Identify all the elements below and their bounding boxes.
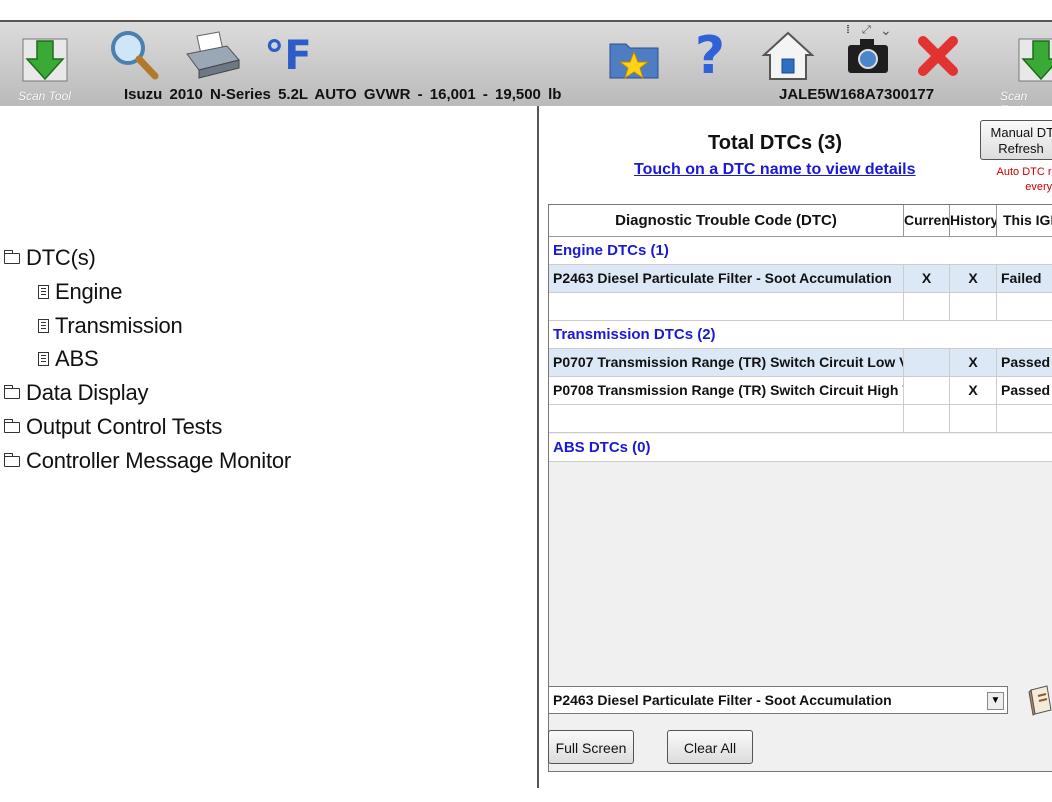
column-header-this-ign[interactable]: This IGN (997, 205, 1052, 236)
group-header-engine: Engine DTCs (1) (549, 237, 1052, 265)
table-row[interactable]: P0707 Transmission Range (TR) Switch Cir… (549, 349, 1052, 377)
auto-refresh-note-line1: Auto DTC refres (996, 166, 1052, 178)
scan-tool-label-left: Scan Tool (18, 89, 71, 103)
column-header-current[interactable]: Curren (904, 205, 950, 236)
column-header-dtc[interactable]: Diagnostic Trouble Code (DTC) (549, 205, 904, 236)
empty-cell (904, 293, 950, 320)
star-folder-icon (609, 43, 659, 80)
tree-item-label: Output Control Tests (26, 414, 223, 439)
chevron-down-icon: ⌄ (880, 22, 892, 38)
favorites-button[interactable] (604, 32, 664, 86)
document-icon (38, 319, 49, 333)
scan-tool-button-left[interactable] (14, 30, 78, 90)
group-header-abs: ABS DTCs (0) (549, 434, 1052, 462)
tree-item-abs[interactable]: ABS (38, 346, 99, 372)
tree-item-label: Transmission (55, 313, 183, 338)
selected-dtc: P2463 Diesel Particulate Filter - Soot A… (553, 692, 892, 708)
current-flag (904, 349, 950, 376)
printer-icon (186, 31, 240, 79)
clear-all-button[interactable]: Clear All (667, 730, 753, 764)
auto-refresh-note-line2: every 2 mi (1025, 181, 1052, 193)
dtc-name: P0707 Transmission Range (TR) Switch Cir… (549, 349, 904, 376)
fahrenheit-icon: °F (264, 33, 312, 79)
auto-refresh-note: Auto DTC refres every 2 mi (966, 165, 1052, 195)
tree-item-label: Engine (55, 279, 123, 304)
tree-item-output-control-tests[interactable]: Output Control Tests (3, 414, 223, 440)
help-button[interactable]: ? (682, 28, 738, 84)
this-ign-status: Failed (1001, 270, 1042, 286)
full-screen-button[interactable]: Full Screen (548, 730, 634, 764)
table-row-empty (549, 293, 1052, 321)
tree-item-controller-message-monitor[interactable]: Controller Message Monitor (3, 448, 292, 474)
magnifier-icon (111, 31, 159, 80)
empty-cell (549, 405, 904, 432)
tree-item-label: Data Display (26, 380, 149, 405)
table-row[interactable]: P0708 Transmission Range (TR) Switch Cir… (549, 377, 1052, 405)
open-folder-icon (3, 249, 20, 264)
search-button[interactable] (104, 28, 164, 84)
this-ign-status: Passed (1001, 354, 1051, 370)
empty-cell (950, 293, 997, 320)
history-flag: X (950, 265, 997, 292)
question-mark-icon: ? (694, 26, 726, 86)
table-header: Diagnostic Trouble Code (DTC) Curren His… (549, 205, 1052, 237)
chevron-down-icon[interactable]: ▼ (987, 692, 1004, 710)
folder-icon (3, 384, 20, 399)
tree-item-engine[interactable]: Engine (38, 279, 123, 305)
navigation-tree: DTC(s) Engine Transmission ABS Data Disp… (0, 106, 537, 802)
grip-icon: ⁞⁞ (846, 24, 850, 36)
arrow-down-icon (1018, 38, 1052, 82)
scan-tool-button-right[interactable] (1010, 30, 1052, 90)
empty-cell (950, 405, 997, 432)
document-icon (38, 352, 49, 366)
arrow-down-icon (22, 38, 68, 82)
tree-item-label: Controller Message Monitor (26, 448, 292, 473)
manual-dtc-refresh-button[interactable]: Manual DTC Refresh (980, 120, 1052, 160)
current-flag (904, 377, 950, 404)
folder-icon (3, 418, 20, 433)
table-row-empty (549, 405, 1052, 433)
table-row[interactable]: P2463 Diesel Particulate Filter - Soot A… (549, 265, 1052, 293)
close-button[interactable] (910, 28, 966, 84)
dtc-select-dropdown[interactable]: P2463 Diesel Particulate Filter - Soot A… (548, 686, 1008, 714)
document-icon (38, 285, 49, 299)
empty-cell (904, 405, 950, 432)
tree-item-data-display[interactable]: Data Display (3, 380, 149, 406)
this-ign-status: Passed (1001, 382, 1051, 398)
tree-item-transmission[interactable]: Transmission (38, 313, 183, 339)
vehicle-info: Isuzu 2010 N-Series 5.2L AUTO GVWR - 16,… (124, 86, 562, 103)
vin-number: JALE5W168A7300177 (779, 86, 935, 103)
history-flag: X (950, 377, 997, 404)
home-button[interactable] (758, 28, 818, 84)
folder-icon (3, 452, 20, 467)
toolbar: Scan Tool °F ? ⁞⁞ ⤢ ⌄ Scan Isuzu 2010 N-… (0, 20, 1052, 108)
history-flag: X (950, 349, 997, 376)
dtc-name: P2463 Diesel Particulate Filter - Soot A… (549, 265, 904, 292)
book-icon[interactable] (1027, 684, 1052, 716)
close-icon (918, 36, 958, 76)
units-button[interactable]: °F (258, 28, 318, 84)
tree-item-label: ABS (55, 346, 99, 371)
view-details-link[interactable]: Touch on a DTC name to view details (634, 161, 916, 179)
column-header-history[interactable]: History (950, 205, 997, 236)
dtc-name: P0708 Transmission Range (TR) Switch Cir… (549, 377, 904, 404)
group-header-transmission: Transmission DTCs (2) (549, 321, 1052, 349)
refresh-button-label-1: Manual DTC (990, 125, 1052, 140)
window-controls[interactable]: ⁞⁞ ⤢ ⌄ (846, 22, 898, 40)
total-dtcs-title: Total DTCs (3) (708, 132, 843, 154)
print-button[interactable] (182, 28, 242, 84)
tree-item-dtcs[interactable]: DTC(s) (3, 245, 96, 271)
tree-item-label: DTC(s) (26, 245, 96, 270)
refresh-button-label-2: Refresh (998, 141, 1044, 156)
house-icon (761, 31, 815, 80)
dtc-panel: Total DTCs (3) Touch on a DTC name to vi… (539, 106, 1052, 802)
empty-cell (549, 293, 904, 320)
current-flag: X (904, 265, 950, 292)
resize-icon: ⤢ (862, 24, 871, 36)
